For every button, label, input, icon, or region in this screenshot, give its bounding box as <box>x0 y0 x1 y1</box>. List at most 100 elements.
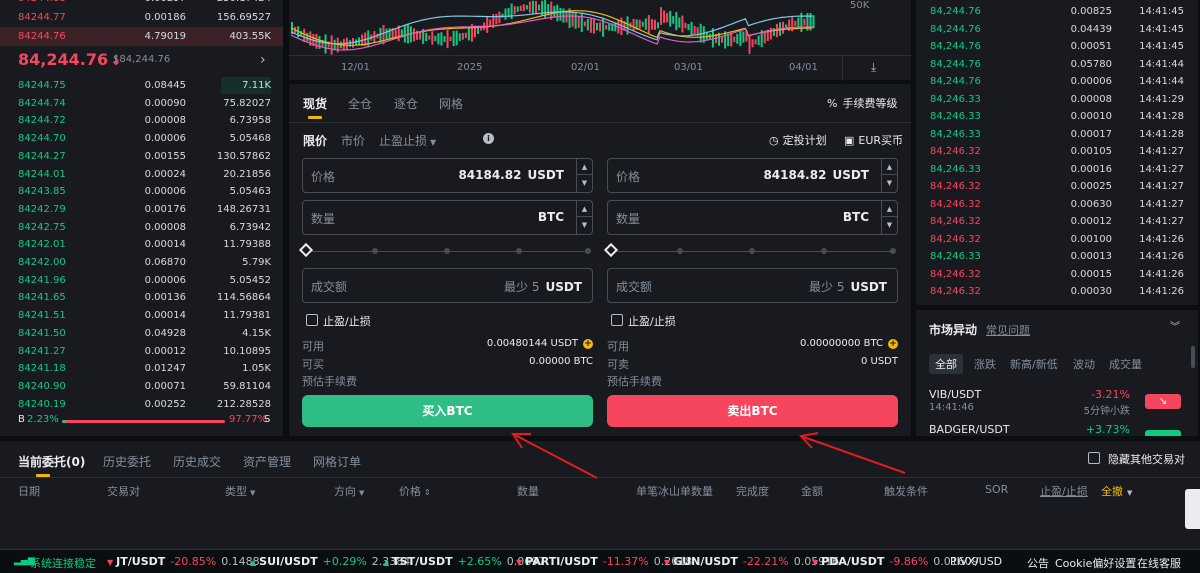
orderbook-ask-row[interactable]: 84244.77 0.00186 156.69527 <box>0 8 283 27</box>
order-type-limit[interactable]: 限价 <box>303 132 327 149</box>
add-funds-icon[interactable]: + <box>888 339 898 349</box>
orderbook-bid-row[interactable]: 84240.19 0.00252 212.28528 <box>0 395 283 414</box>
orderbook-bid-row[interactable]: 84244.01 0.00024 20.21856 <box>0 165 283 184</box>
tab-isolated[interactable]: 逐仓 <box>394 95 418 112</box>
sell-price-input[interactable]: 价格 84184.82 USDT ▲ ▼ <box>607 158 898 193</box>
reset-scale-icon[interactable]: ⤓ <box>871 60 876 75</box>
movers-tab-highlow[interactable]: 新高/新低 <box>1010 356 1058 372</box>
orderbook-bid-row[interactable]: 84244.75 0.08445 7.11K <box>0 76 283 95</box>
sell-price-stepper[interactable]: ▲ ▼ <box>881 159 897 192</box>
col-type[interactable]: 类型 ▼ <box>225 483 255 499</box>
orderbook-bid-row[interactable]: 84241.96 0.00006 5.05452 <box>0 271 283 290</box>
orderbook-bid-row[interactable]: 84244.72 0.00008 6.73958 <box>0 111 283 130</box>
info-icon[interactable]: i <box>483 133 494 144</box>
tab-grid-orders[interactable]: 网格订单 <box>313 453 361 470</box>
tab-asset-management[interactable]: 资产管理 <box>243 453 291 470</box>
online-support-link[interactable]: 在线客服 <box>1137 555 1181 571</box>
slider-stop[interactable] <box>444 248 450 254</box>
dca-plan[interactable]: ◷ 定投计划 <box>769 132 827 148</box>
add-funds-icon[interactable]: + <box>583 339 593 349</box>
orderbook-bid-row[interactable]: 84242.79 0.00176 148.26731 <box>0 200 283 219</box>
caret-down-icon[interactable]: ▼ <box>882 217 897 233</box>
eur-buy[interactable]: ▣ EUR买币 <box>844 132 903 148</box>
orderbook-bid-row[interactable]: 84241.50 0.04928 4.15K <box>0 324 283 343</box>
hide-others-checkbox[interactable] <box>1088 452 1100 464</box>
slider-stop[interactable] <box>677 248 683 254</box>
slider-knob[interactable] <box>298 242 314 258</box>
slider-stop[interactable] <box>585 248 591 254</box>
sell-qty-input[interactable]: 数量 BTC ▲ ▼ <box>607 200 898 235</box>
buy-qty-stepper[interactable]: ▲ ▼ <box>576 201 592 234</box>
orderbook-bid-row[interactable]: 84241.51 0.00014 11.79381 <box>0 306 283 325</box>
slider-stop[interactable] <box>372 248 378 254</box>
tab-trade-history[interactable]: 历史成交 <box>173 453 221 470</box>
sell-slider[interactable] <box>603 242 898 258</box>
orderbook-bid-row[interactable]: 84244.70 0.00006 5.05468 <box>0 129 283 148</box>
tab-cross[interactable]: 全仓 <box>348 95 372 112</box>
caret-down-icon[interactable]: ▼ <box>882 175 897 191</box>
orderbook-bid-row[interactable]: 84244.27 0.00155 130.57862 <box>0 147 283 166</box>
buy-button[interactable]: 买入BTC <box>302 395 593 427</box>
slider-knob[interactable] <box>603 242 619 258</box>
tab-order-history[interactable]: 历史委托 <box>103 453 151 470</box>
orderbook-bid-row[interactable]: 84243.85 0.00006 5.05463 <box>0 182 283 201</box>
ticker-last-pair[interactable]: PIVX/USD <box>950 555 1002 568</box>
caret-down-icon[interactable]: ▼ <box>577 217 592 233</box>
tab-open-orders[interactable]: 当前委托(0) <box>18 453 85 470</box>
buy-tpsl-label[interactable]: 止盈/止损 <box>323 313 371 329</box>
buy-qty-input[interactable]: 数量 BTC ▲ ▼ <box>302 200 593 235</box>
caret-up-icon[interactable]: ▲ <box>882 159 897 175</box>
slider-stop[interactable] <box>890 248 896 254</box>
tab-grid[interactable]: 网格 <box>439 95 463 112</box>
orderbook-bid-row[interactable]: 84241.65 0.00136 114.56864 <box>0 288 283 307</box>
buy-slider[interactable] <box>298 242 593 258</box>
movers-tab-volatility[interactable]: 波动 <box>1073 356 1095 372</box>
hide-others-label[interactable]: 隐藏其他交易对 <box>1108 451 1185 467</box>
caret-down-icon[interactable]: ▼ <box>577 175 592 191</box>
sell-tpsl-label[interactable]: 止盈/止损 <box>628 313 676 329</box>
caret-up-icon[interactable]: ▲ <box>577 201 592 217</box>
buy-price-stepper[interactable]: ▲ ▼ <box>576 159 592 192</box>
sell-button[interactable]: 卖出BTC <box>607 395 898 427</box>
col-side[interactable]: 方向 ▼ <box>334 483 364 499</box>
orderbook-bid-row[interactable]: 84241.18 0.01247 1.05K <box>0 359 283 378</box>
movers-tab-change[interactable]: 涨跌 <box>974 356 996 372</box>
buy-total-input[interactable]: 成交额 最少 5 USDT <box>302 268 593 303</box>
orderbook-ask-row[interactable]: 84244.76 4.79019 403.55K <box>0 27 283 46</box>
ticker-item[interactable]: ▼ JT/USDT -20.85% 0.1488 <box>107 555 260 568</box>
collapse-icon[interactable]: ︾ <box>1170 318 1180 333</box>
orderbook-bid-row[interactable]: 84242.01 0.00014 11.79388 <box>0 235 283 254</box>
movers-tab-all[interactable]: 全部 <box>929 354 963 374</box>
orderbook-bid-row[interactable]: 84242.75 0.00008 6.73942 <box>0 218 283 237</box>
cookie-settings-link[interactable]: Cookie偏好设置 <box>1055 555 1136 571</box>
list-item[interactable]: VIB/USDT 14:41:46 -3.21% 5分钟小跌 ↘ <box>916 384 1186 420</box>
sell-qty-stepper[interactable]: ▲ ▼ <box>881 201 897 234</box>
slider-stop[interactable] <box>749 248 755 254</box>
order-type-stop[interactable]: 止盈止损 ▼ <box>379 132 436 149</box>
orderbook-bid-row[interactable]: 84241.27 0.00012 10.10895 <box>0 342 283 361</box>
list-item[interactable]: BADGER/USDT +3.73% <box>916 420 1186 436</box>
fee-level[interactable]: % 手续费等级 <box>827 95 897 111</box>
orderbook-bid-row[interactable]: 84240.90 0.00071 59.81104 <box>0 377 283 396</box>
announcement-link[interactable]: 公告 <box>1027 555 1049 571</box>
orderbook-bid-row[interactable]: 84244.74 0.00090 75.82027 <box>0 94 283 113</box>
orderbook-bid-row[interactable]: 84242.00 0.06870 5.79K <box>0 253 283 272</box>
price-chart[interactable]: 50K 12/01 2025 02/01 03/01 04/01 ⤓ <box>289 0 911 81</box>
col-price[interactable]: 价格 ⇕ <box>399 483 431 499</box>
tab-spot[interactable]: 现货 <box>303 95 327 112</box>
col-tpsl[interactable]: 止盈/止损 <box>1040 483 1088 499</box>
movers-scrollbar[interactable] <box>1191 346 1195 368</box>
order-type-market[interactable]: 市价 <box>341 132 365 149</box>
caret-up-icon[interactable]: ▲ <box>882 201 897 217</box>
slider-stop[interactable] <box>516 248 522 254</box>
sell-tpsl-checkbox[interactable] <box>611 314 623 326</box>
cancel-all-button[interactable]: 全撤 ▼ <box>1101 483 1132 499</box>
buy-tpsl-checkbox[interactable] <box>306 314 318 326</box>
slider-stop[interactable] <box>821 248 827 254</box>
feedback-tab[interactable] <box>1185 489 1200 529</box>
caret-up-icon[interactable]: ▲ <box>577 159 592 175</box>
movers-tab-volume[interactable]: 成交量 <box>1109 356 1142 372</box>
buy-price-input[interactable]: 价格 84184.82 USDT ▲ ▼ <box>302 158 593 193</box>
chevron-right-icon[interactable]: › <box>260 52 266 68</box>
movers-faq-link[interactable]: 常见问题 <box>986 322 1030 338</box>
